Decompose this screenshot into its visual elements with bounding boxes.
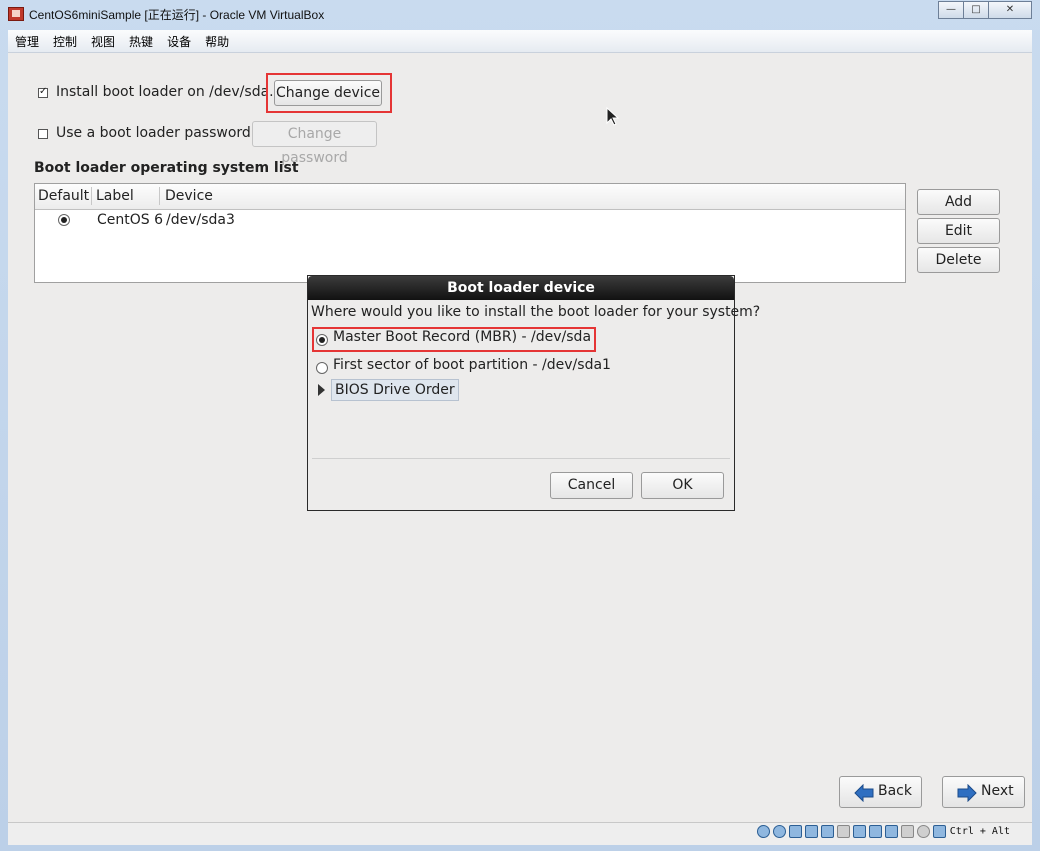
ok-button[interactable]: OK (641, 472, 724, 499)
use-password-label: Use a boot loader password (56, 125, 251, 141)
keyboard-capture-icon[interactable] (916, 825, 930, 838)
window-titlebar[interactable]: CentOS6miniSample [正在运行] - Oracle VM Vir… (0, 0, 1040, 28)
column-divider (91, 187, 92, 205)
minimize-button[interactable]: — (938, 1, 964, 19)
install-bootloader-label: Install boot loader on /dev/sda. (56, 84, 274, 100)
hard-disk-icon[interactable] (756, 825, 770, 838)
vm-statusbar: Ctrl + Alt (8, 822, 1032, 845)
dialog-title: Boot loader device (308, 276, 734, 300)
first-sector-option-label[interactable]: First sector of boot partition - /dev/sd… (333, 357, 611, 373)
back-button-label: Back (878, 783, 912, 799)
menu-view[interactable]: 视图 (84, 30, 122, 50)
mouse-integration-icon[interactable] (900, 825, 914, 838)
expander-arrow-icon[interactable] (318, 384, 325, 396)
boot-loader-device-dialog: Boot loader device Where would you like … (307, 275, 760, 511)
menu-control[interactable]: 控制 (46, 30, 84, 50)
use-password-checkbox[interactable] (38, 129, 48, 139)
os-label-cell: CentOS 6 (97, 212, 164, 228)
menu-help[interactable]: 帮助 (198, 30, 236, 50)
network-icon[interactable] (804, 825, 818, 838)
back-button[interactable]: Back (839, 776, 922, 808)
vm-display[interactable]: Install boot loader on /dev/sda. Change … (8, 53, 1032, 822)
virtualbox-window: CentOS6miniSample [正在运行] - Oracle VM Vir… (0, 0, 1040, 851)
menu-hotkeys[interactable]: 热键 (122, 30, 160, 50)
cancel-button[interactable]: Cancel (550, 472, 633, 499)
mbr-radio[interactable] (316, 334, 328, 346)
close-button[interactable]: ✕ (988, 1, 1032, 19)
host-key-text: Ctrl + Alt (949, 826, 1010, 837)
dialog-question: Where would you like to install the boot… (311, 304, 761, 320)
mbr-option-label[interactable]: Master Boot Record (MBR) - /dev/sda (333, 329, 591, 345)
menubar: 管理 控制 视图 热键 设备 帮助 (8, 30, 1032, 53)
back-arrow-icon (854, 784, 874, 802)
os-device-cell: /dev/sda3 (166, 212, 235, 228)
bios-drive-order-expander[interactable]: BIOS Drive Order (331, 379, 459, 401)
column-header-device[interactable]: Device (165, 188, 213, 204)
add-button[interactable]: Add (917, 189, 1000, 215)
window-controls: — □ ✕ (938, 1, 1032, 19)
first-sector-radio[interactable] (316, 362, 328, 374)
video-capture-icon[interactable] (852, 825, 866, 838)
column-divider (159, 187, 160, 205)
change-password-button[interactable]: Change password (252, 121, 377, 166)
menu-devices[interactable]: 设备 (160, 30, 198, 50)
os-list-heading: Boot loader operating system list (34, 160, 299, 176)
default-os-radio[interactable] (58, 214, 70, 226)
display-icon[interactable] (836, 825, 850, 838)
shared-folders-icon[interactable] (820, 825, 834, 838)
os-list-table[interactable]: Default Label Device CentOS 6 /dev/sda3 (34, 183, 906, 283)
os-list-header: Default Label Device (35, 184, 905, 210)
menu-manage[interactable]: 管理 (8, 30, 46, 50)
virtualbox-app-icon (8, 7, 24, 21)
next-arrow-icon (957, 784, 977, 802)
statusbar-icons: Ctrl + Alt (754, 825, 1010, 838)
optical-drive-icon[interactable] (772, 825, 786, 838)
install-bootloader-checkbox[interactable] (38, 86, 48, 98)
edit-button[interactable]: Edit (917, 218, 1000, 244)
mouse-pointer-icon (606, 107, 620, 126)
cpu-icon[interactable] (868, 825, 882, 838)
usb-icon[interactable] (788, 825, 802, 838)
window-title: CentOS6miniSample [正在运行] - Oracle VM Vir… (29, 8, 325, 22)
maximize-button[interactable]: □ (963, 1, 989, 19)
dialog-separator (312, 458, 730, 459)
next-button[interactable]: Next (942, 776, 1025, 808)
next-button-label: Next (981, 783, 1014, 799)
column-header-label[interactable]: Label (96, 188, 134, 204)
delete-button[interactable]: Delete (917, 247, 1000, 273)
guest-additions-icon[interactable] (884, 825, 898, 838)
column-header-default[interactable]: Default (38, 188, 89, 204)
host-key-icon[interactable] (932, 825, 946, 838)
change-device-button[interactable]: Change device (274, 80, 382, 106)
